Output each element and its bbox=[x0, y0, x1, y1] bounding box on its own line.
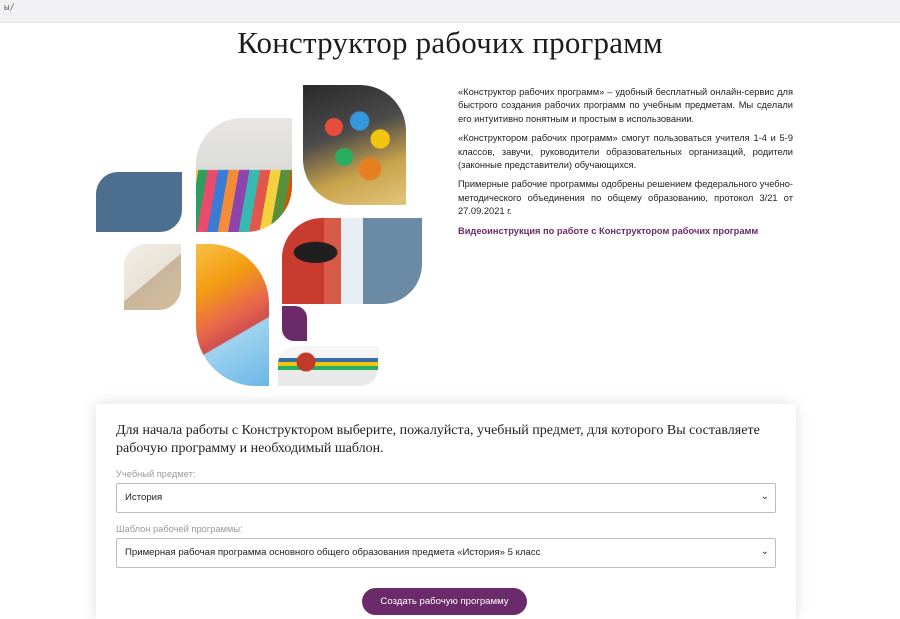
form-intro: Для начала работы с Конструктором выбери… bbox=[116, 423, 760, 456]
page-title: Конструктор рабочих программ bbox=[237, 25, 663, 60]
template-label: Шаблон рабочей программы: bbox=[116, 524, 243, 534]
collage-image-books-apple bbox=[278, 346, 378, 386]
description-paragraph: «Конструктор рабочих программ» – удобный… bbox=[458, 87, 793, 124]
program-builder-form: Для начала работы с Конструктором выбери… bbox=[96, 404, 796, 619]
browser-bar: ы/ bbox=[0, 0, 900, 23]
collage-image-writing-hand bbox=[124, 244, 181, 310]
description-paragraph: Примерные рабочие программы одобрены реш… bbox=[458, 179, 793, 217]
template-select-value: Примерная рабочая программа основного об… bbox=[125, 547, 541, 558]
subject-label: Учебный предмет: bbox=[116, 469, 196, 479]
url-fragment: ы/ bbox=[4, 3, 15, 13]
subject-select[interactable]: История ⌄ bbox=[116, 483, 776, 513]
collage-tile-blue bbox=[96, 172, 182, 232]
description-paragraph: «Конструктором рабочих программ» смогут … bbox=[458, 133, 793, 171]
video-instruction-link[interactable]: Видеоинструкция по работе с Конструкторо… bbox=[458, 225, 793, 238]
collage-tile-purple bbox=[282, 306, 307, 341]
chevron-down-icon: ⌄ bbox=[760, 491, 769, 502]
service-description: «Конструктор рабочих программ» – удобный… bbox=[458, 86, 793, 238]
collage-image-curled-paper bbox=[196, 244, 269, 386]
collage-image-stationery bbox=[303, 85, 406, 205]
create-program-button[interactable]: Создать рабочую программу bbox=[362, 588, 527, 615]
template-select[interactable]: Примерная рабочая программа основного об… bbox=[116, 538, 776, 568]
chevron-down-icon: ⌄ bbox=[760, 546, 769, 557]
collage-image-pencils bbox=[196, 118, 292, 232]
subject-select-value: История bbox=[125, 492, 163, 503]
collage-image-student-laptop bbox=[282, 218, 422, 304]
